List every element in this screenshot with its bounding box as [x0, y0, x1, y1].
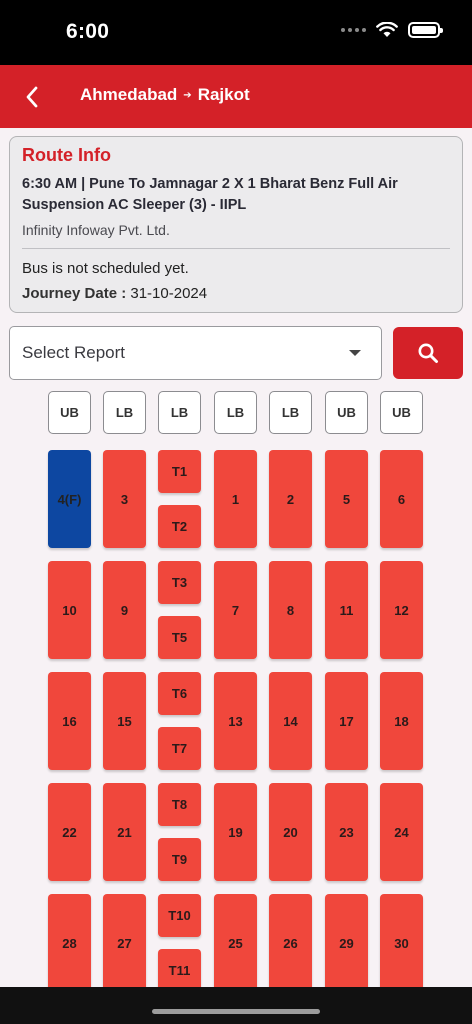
seat-18[interactable]: 18 — [380, 672, 423, 770]
schedule-status: Bus is not scheduled yet. — [22, 260, 189, 277]
seat-23[interactable]: 23 — [325, 783, 368, 881]
seat-27[interactable]: 27 — [103, 894, 146, 992]
seat-29[interactable]: 29 — [325, 894, 368, 992]
seat-21[interactable]: 21 — [103, 783, 146, 881]
journey-date-row: Journey Date : 31-10-2024 — [22, 285, 450, 302]
seat-8[interactable]: 8 — [269, 561, 312, 659]
search-icon — [418, 343, 438, 363]
search-button[interactable] — [393, 327, 463, 379]
seat-22[interactable]: 22 — [48, 783, 91, 881]
seat-25[interactable]: 25 — [214, 894, 257, 992]
seat-16[interactable]: 16 — [48, 672, 91, 770]
seat-t10[interactable]: T10 — [158, 894, 201, 937]
berth-label-ub: UB — [325, 391, 368, 434]
seat-19[interactable]: 19 — [214, 783, 257, 881]
select-report-label: Select Report — [22, 343, 125, 362]
seat-4f[interactable]: 4(F) — [48, 450, 91, 548]
bus-details: 6:30 AM | Pune To Jamnagar 2 X 1 Bharat … — [22, 176, 398, 213]
berth-label-lb: LB — [269, 391, 312, 434]
seat-11[interactable]: 11 — [325, 561, 368, 659]
berth-label-lb: LB — [158, 391, 201, 434]
status-bar: 6:00 — [0, 0, 472, 65]
caret-down-icon — [349, 350, 361, 356]
route-info-title: Route Info — [22, 145, 111, 165]
berth-label-lb: LB — [214, 391, 257, 434]
seat-t9[interactable]: T9 — [158, 838, 201, 881]
journey-date-label: Journey Date : — [22, 285, 127, 302]
seat-30[interactable]: 30 — [380, 894, 423, 992]
route-from: Ahmedabad — [80, 85, 178, 104]
seat-17[interactable]: 17 — [325, 672, 368, 770]
seat-20[interactable]: 20 — [269, 783, 312, 881]
seat-7[interactable]: 7 — [214, 561, 257, 659]
status-time: 6:00 — [66, 20, 110, 43]
divider — [22, 248, 450, 249]
bottom-bar — [0, 987, 472, 1024]
route-to: Rajkot — [197, 85, 250, 104]
berth-label-ub: UB — [380, 391, 423, 434]
seat-15[interactable]: 15 — [103, 672, 146, 770]
battery-icon — [408, 22, 443, 38]
seat-t11[interactable]: T11 — [158, 949, 201, 992]
seat-3[interactable]: 3 — [103, 450, 146, 548]
seat-24[interactable]: 24 — [380, 783, 423, 881]
seat-t7[interactable]: T7 — [158, 727, 201, 770]
seat-2[interactable]: 2 — [269, 450, 312, 548]
journey-date-value: 31-10-2024 — [130, 285, 208, 302]
seat-t2[interactable]: T2 — [158, 505, 201, 548]
seat-9[interactable]: 9 — [103, 561, 146, 659]
seat-t5[interactable]: T5 — [158, 616, 201, 659]
seat-5[interactable]: 5 — [325, 450, 368, 548]
berth-label-ub: UB — [48, 391, 91, 434]
route-title: Ahmedabad ➔ Rajkot — [80, 85, 250, 105]
wifi-icon — [376, 22, 398, 37]
seat-26[interactable]: 26 — [269, 894, 312, 992]
seat-1[interactable]: 1 — [214, 450, 257, 548]
seat-13[interactable]: 13 — [214, 672, 257, 770]
route-info-card: Route Info 6:30 AM | Pune To Jamnagar 2 … — [9, 136, 463, 313]
seat-28[interactable]: 28 — [48, 894, 91, 992]
app-bar: Ahmedabad ➔ Rajkot — [0, 65, 472, 128]
back-button[interactable] — [14, 79, 50, 115]
seat-t1[interactable]: T1 — [158, 450, 201, 493]
home-indicator[interactable] — [152, 1009, 320, 1014]
berth-label-lb: LB — [103, 391, 146, 434]
seat-10[interactable]: 10 — [48, 561, 91, 659]
seat-6[interactable]: 6 — [380, 450, 423, 548]
seat-t6[interactable]: T6 — [158, 672, 201, 715]
operator-name: Infinity Infoway Pvt. Ltd. — [22, 222, 170, 238]
seat-12[interactable]: 12 — [380, 561, 423, 659]
seat-14[interactable]: 14 — [269, 672, 312, 770]
seat-t8[interactable]: T8 — [158, 783, 201, 826]
status-icons — [341, 22, 443, 38]
seat-t3[interactable]: T3 — [158, 561, 201, 604]
cellular-signal-icon — [341, 28, 366, 32]
chevron-left-icon — [26, 86, 38, 108]
arrow-right-icon: ➔ — [183, 89, 192, 101]
select-report-dropdown[interactable]: Select Report — [9, 326, 382, 380]
